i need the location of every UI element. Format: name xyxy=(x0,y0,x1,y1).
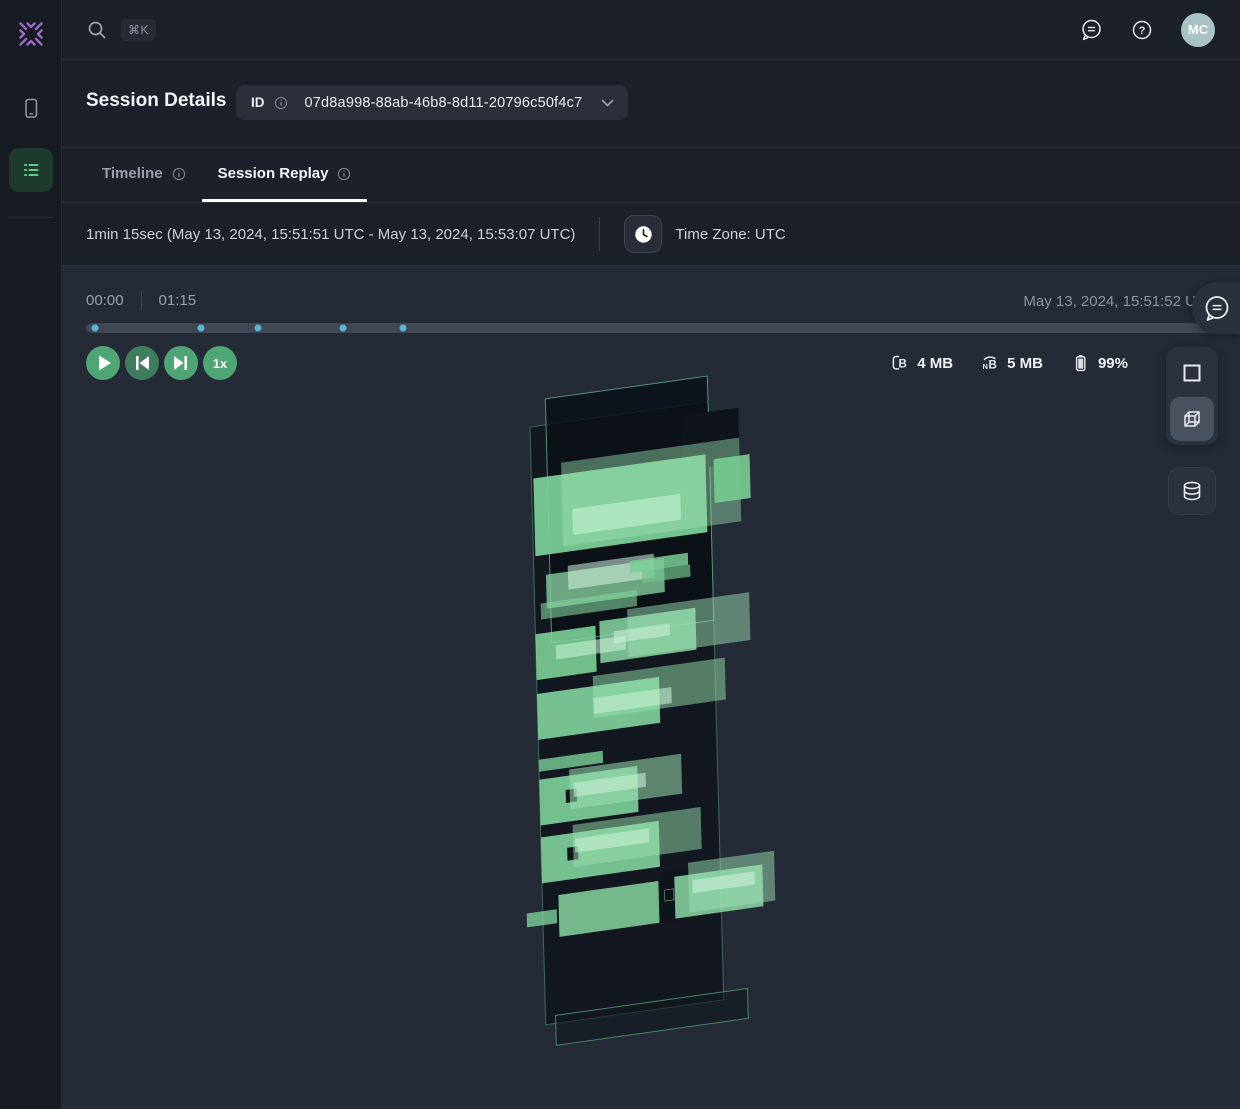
global-search[interactable]: ⌘K xyxy=(86,19,1079,41)
timeline-marker[interactable] xyxy=(340,325,347,332)
view-2d-button[interactable] xyxy=(1170,351,1214,395)
session-replay-panel: 00:00 01:15 May 13, 2024, 15:51:52 U xyxy=(62,265,1240,1109)
feedback-button[interactable] xyxy=(1079,18,1103,42)
info-icon xyxy=(337,167,351,181)
timeline-marker[interactable] xyxy=(198,325,205,332)
id-label: ID xyxy=(251,95,265,110)
timezone-label: Time Zone: UTC xyxy=(675,226,785,243)
data-layers-button[interactable] xyxy=(1168,467,1216,515)
tab-timeline-label: Timeline xyxy=(102,165,163,182)
help-button[interactable]: ? xyxy=(1130,18,1154,42)
session-duration: 1min 15sec (May 13, 2024, 15:51:51 UTC -… xyxy=(86,226,575,243)
chat-bubble-icon xyxy=(1079,18,1103,42)
cube-3d-icon xyxy=(1181,408,1203,430)
tab-bar: Timeline Session Replay xyxy=(62,148,1240,203)
phone-icon xyxy=(19,96,43,120)
sidebar xyxy=(0,0,62,1109)
search-shortcut-badge: ⌘K xyxy=(121,19,156,41)
chat-bubble-icon xyxy=(1200,292,1233,325)
tab-session-replay-label: Session Replay xyxy=(218,165,329,182)
info-icon xyxy=(172,167,186,181)
sidebar-item-devices[interactable] xyxy=(11,88,51,128)
view-mode-toggle xyxy=(1166,347,1218,445)
app-window: ⌘K ? MC xyxy=(0,0,1240,1109)
starburst-logo-icon xyxy=(15,18,47,50)
session-replay-3d-view[interactable] xyxy=(62,266,1240,1109)
chevron-down-icon xyxy=(601,99,614,107)
search-icon xyxy=(86,19,108,41)
help-icon: ? xyxy=(1130,18,1154,42)
view-3d-button[interactable] xyxy=(1170,397,1214,441)
page-title: Session Details xyxy=(86,90,226,112)
square-2d-icon xyxy=(1181,362,1203,384)
timeline-marker[interactable] xyxy=(254,325,261,332)
list-icon xyxy=(18,157,44,183)
info-icon xyxy=(274,96,288,110)
sidebar-item-session-list[interactable] xyxy=(9,148,53,192)
timeline-marker[interactable] xyxy=(92,325,99,332)
timeline-marker[interactable] xyxy=(400,325,407,332)
session-id-dropdown[interactable]: ID 07d8a998-88ab-46b8-8d11-20796c50f4c7 xyxy=(236,85,628,120)
topbar: ⌘K ? MC xyxy=(62,0,1240,60)
tab-timeline[interactable]: Timeline xyxy=(86,148,202,202)
svg-text:?: ? xyxy=(1139,25,1146,37)
timeline-track[interactable] xyxy=(86,323,1240,333)
database-icon xyxy=(1180,479,1204,503)
session-meta-row: 1min 15sec (May 13, 2024, 15:51:51 UTC -… xyxy=(62,203,1240,265)
support-chat-button[interactable] xyxy=(1192,282,1240,334)
sidebar-divider xyxy=(8,217,53,218)
timezone-button[interactable] xyxy=(624,215,662,253)
clock-icon xyxy=(634,225,653,244)
session-id-value: 07d8a998-88ab-46b8-8d11-20796c50f4c7 xyxy=(305,95,583,111)
app-logo[interactable] xyxy=(15,18,47,50)
user-avatar[interactable]: MC xyxy=(1181,13,1215,47)
tab-session-replay[interactable]: Session Replay xyxy=(202,148,368,202)
page-header: Session Details ID 07d8a998-88ab-46b8-8d… xyxy=(62,60,1240,148)
divider xyxy=(599,217,600,251)
